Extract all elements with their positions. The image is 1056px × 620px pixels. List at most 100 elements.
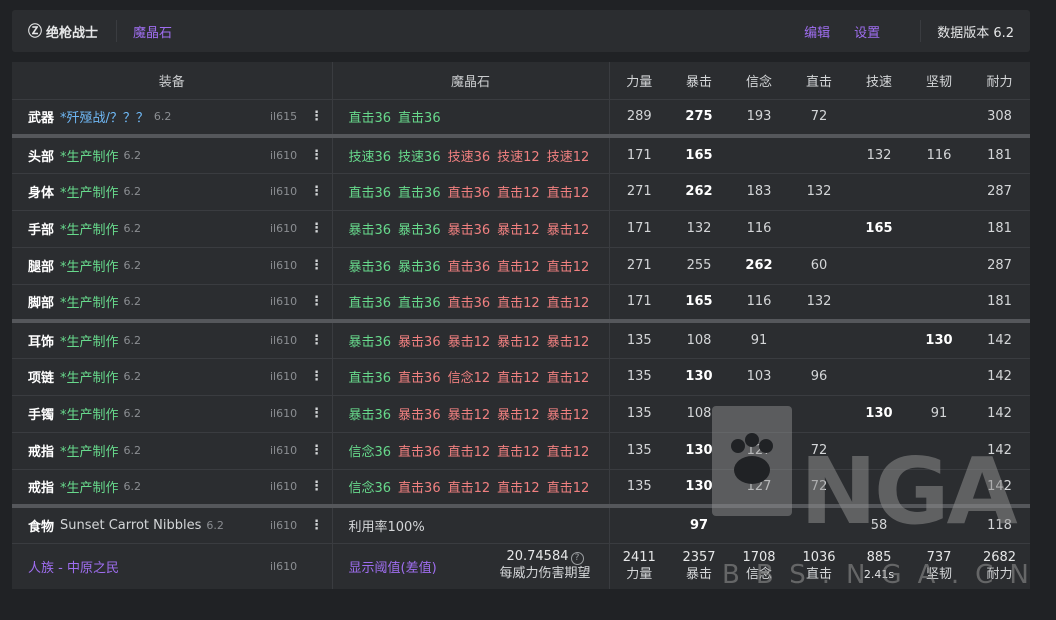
more-options-icon[interactable]: ⋮ xyxy=(310,406,323,421)
materia-slot[interactable]: 暴击36 xyxy=(349,331,392,350)
materia-slot[interactable]: 技速36 xyxy=(448,146,491,165)
materia-slot[interactable]: 直击36 xyxy=(398,292,441,311)
more-options-icon[interactable]: ⋮ xyxy=(310,221,323,236)
gear-name[interactable]: *生产制作 xyxy=(60,292,119,311)
gear-name[interactable]: *生产制作 xyxy=(60,441,119,460)
help-icon[interactable]: ? xyxy=(570,551,584,565)
materia-tab[interactable]: 魔晶石 xyxy=(133,22,172,41)
materia-slot[interactable]: 技速36 xyxy=(349,146,392,165)
materia-slot[interactable]: 直击12 xyxy=(497,182,540,201)
materia-slot[interactable]: 直击36 xyxy=(398,182,441,201)
gear-name[interactable]: *生产制作 xyxy=(60,182,119,201)
more-options-icon[interactable]: ⋮ xyxy=(310,333,323,348)
column-header: 装备 xyxy=(12,62,333,100)
materia-slot[interactable]: 技速36 xyxy=(398,146,441,165)
materia-slot[interactable]: 直击12 xyxy=(448,441,491,460)
gear-row[interactable]: 身体 *生产制作 6.2 il610 ⋮ 直击36 直击36 直击36 直击12 直击12 271 2… xyxy=(12,173,1030,211)
materia-slot[interactable]: 信念12 xyxy=(448,367,491,386)
job-selector[interactable]: Ⓩ 绝枪战士 xyxy=(28,21,98,41)
materia-slot[interactable]: 直击36 xyxy=(398,477,441,496)
materia-slot[interactable]: 直击36 xyxy=(349,107,392,126)
materia-slot[interactable]: 直击36 xyxy=(349,367,392,386)
more-options-icon[interactable]: ⋮ xyxy=(310,148,323,163)
gear-row[interactable]: 腿部 *生产制作 6.2 il610 ⋮ 暴击36 暴击36 直击36 直击12 直击12 271 2… xyxy=(12,247,1030,285)
materia-slot[interactable]: 直击12 xyxy=(448,477,491,496)
materia-slot[interactable]: 暴击12 xyxy=(448,331,491,350)
gear-name[interactable]: *生产制作 xyxy=(60,146,119,165)
materia-slot[interactable]: 直击12 xyxy=(547,367,590,386)
more-options-icon[interactable]: ⋮ xyxy=(310,369,323,384)
gear-name[interactable]: *生产制作 xyxy=(60,256,119,275)
more-options-icon[interactable]: ⋮ xyxy=(310,443,323,458)
gear-name[interactable]: *生产制作 xyxy=(60,331,119,350)
materia-slot[interactable]: 信念36 xyxy=(349,441,392,460)
materia-slot[interactable]: 直击36 xyxy=(448,292,491,311)
materia-slot[interactable]: 暴击36 xyxy=(349,219,392,238)
more-options-icon[interactable]: ⋮ xyxy=(310,184,323,199)
materia-slot[interactable]: 暴击36 xyxy=(398,404,441,423)
materia-slot[interactable]: 暴击36 xyxy=(398,331,441,350)
materia-slot[interactable]: 直击36 xyxy=(349,292,392,311)
edit-link[interactable]: 编辑 xyxy=(804,22,830,41)
more-options-icon[interactable]: ⋮ xyxy=(310,479,323,494)
gear-name[interactable]: *生产制作 xyxy=(60,404,119,423)
materia-slot[interactable]: 直击36 xyxy=(448,256,491,275)
stat-strength: 171 xyxy=(609,284,669,323)
gear-row[interactable]: 项链 *生产制作 6.2 il610 ⋮ 直击36 直击36 信念12 直击12 直击12 135 1… xyxy=(12,358,1030,396)
materia-slot[interactable]: 直击12 xyxy=(497,477,540,496)
show-threshold-toggle[interactable]: 显示阈值(差值) xyxy=(349,561,437,576)
gear-row[interactable]: 手镯 *生产制作 6.2 il610 ⋮ 暴击36 暴击36 暴击12 暴击12 暴击12 135 1… xyxy=(12,395,1030,433)
more-options-icon[interactable]: ⋮ xyxy=(310,258,323,273)
gear-name[interactable]: *歼殛战/？？？ xyxy=(60,107,149,126)
materia-slot[interactable]: 暴击12 xyxy=(547,219,590,238)
more-options-icon[interactable]: ⋮ xyxy=(310,294,323,309)
materia-slot[interactable]: 直击12 xyxy=(547,441,590,460)
materia-slot[interactable]: 直击36 xyxy=(349,182,392,201)
more-options-icon[interactable]: ⋮ xyxy=(310,109,323,124)
materia-slot[interactable]: 直击12 xyxy=(497,256,540,275)
gear-row[interactable]: 武器 *歼殛战/？？？ 6.2 il615 ⋮ 直击36 直击36 289 275 193 72 30… xyxy=(12,99,1030,138)
materia-slot[interactable]: 直击12 xyxy=(547,182,590,201)
materia-slot[interactable]: 直击36 xyxy=(398,107,441,126)
materia-slot[interactable]: 直击36 xyxy=(398,367,441,386)
materia-slot[interactable]: 技速12 xyxy=(547,146,590,165)
materia-slot[interactable]: 信念36 xyxy=(349,477,392,496)
gear-name[interactable]: *生产制作 xyxy=(60,477,119,496)
gear-row[interactable]: 手部 *生产制作 6.2 il610 ⋮ 暴击36 暴击36 暴击36 暴击12 暴击12 171 1… xyxy=(12,210,1030,248)
materia-slot[interactable]: 暴击12 xyxy=(497,404,540,423)
materia-slot[interactable]: 直击36 xyxy=(448,182,491,201)
materia-slot[interactable]: 暴击12 xyxy=(497,331,540,350)
materia-slot[interactable]: 利用率100% xyxy=(349,516,425,535)
materia-slot[interactable]: 直击36 xyxy=(398,441,441,460)
materia-slot[interactable]: 直击12 xyxy=(547,292,590,311)
materia-slot[interactable]: 直击12 xyxy=(547,477,590,496)
materia-slot[interactable]: 暴击36 xyxy=(398,219,441,238)
gear-name[interactable]: Sunset Carrot Nibbles xyxy=(60,518,201,533)
materia-slot[interactable]: 暴击12 xyxy=(547,404,590,423)
materia-slot[interactable]: 暴击36 xyxy=(349,256,392,275)
materia-slot[interactable]: 暴击36 xyxy=(448,219,491,238)
materia-slot[interactable]: 技速12 xyxy=(497,146,540,165)
stat-critical: 108 xyxy=(669,395,729,433)
materia-slot[interactable]: 暴击12 xyxy=(547,331,590,350)
gear-name[interactable]: *生产制作 xyxy=(60,219,119,238)
materia-slot[interactable]: 直击12 xyxy=(497,367,540,386)
slot-label: 腿部 xyxy=(28,260,55,275)
materia-slot[interactable]: 暴击12 xyxy=(448,404,491,423)
more-options-icon[interactable]: ⋮ xyxy=(310,518,323,533)
settings-link[interactable]: 设置 xyxy=(854,22,880,41)
gear-name[interactable]: *生产制作 xyxy=(60,367,119,386)
column-header: 暴击 xyxy=(669,62,729,100)
materia-slot[interactable]: 暴击36 xyxy=(398,256,441,275)
gear-row[interactable]: 头部 *生产制作 6.2 il610 ⋮ 技速36 技速36 技速36 技速12 技速12 171 1… xyxy=(12,136,1030,174)
total-strength: 2411 力量 xyxy=(609,543,669,589)
stat-vitality: 287 xyxy=(969,247,1030,285)
materia-slot[interactable]: 直击12 xyxy=(547,256,590,275)
gear-row[interactable]: 脚部 *生产制作 6.2 il610 ⋮ 直击36 直击36 直击36 直击12 直击12 171 1… xyxy=(12,284,1030,323)
materia-slot[interactable]: 暴击12 xyxy=(497,219,540,238)
materia-slot[interactable]: 暴击36 xyxy=(349,404,392,423)
materia-slot[interactable]: 直击12 xyxy=(497,292,540,311)
materia-slot[interactable]: 直击12 xyxy=(497,441,540,460)
race-selector[interactable]: 人族 - 中原之民 xyxy=(28,557,119,576)
gear-row[interactable]: 耳饰 *生产制作 6.2 il610 ⋮ 暴击36 暴击36 暴击12 暴击12 暴击12 135 1… xyxy=(12,321,1030,359)
